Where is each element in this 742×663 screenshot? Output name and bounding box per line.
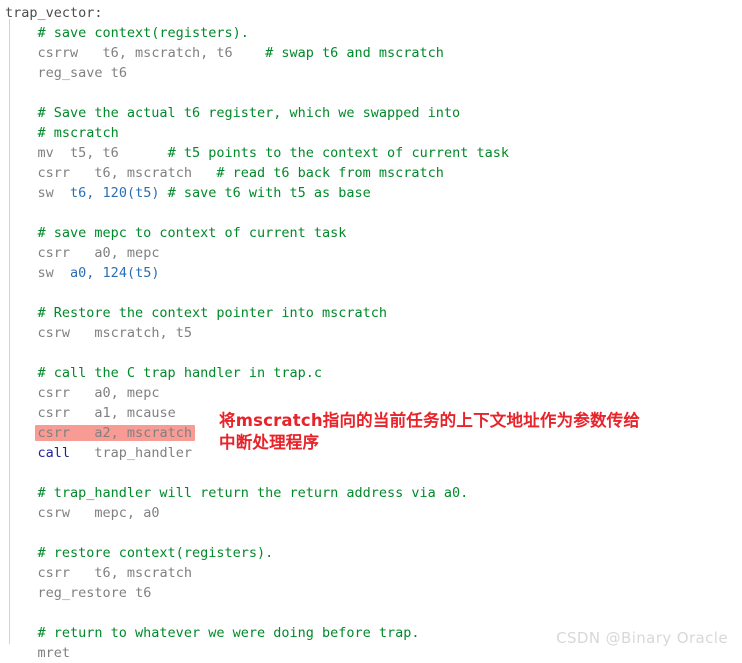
code-line-28[interactable]: # restore context(registers).: [0, 543, 742, 563]
code-line-6[interactable]: # Save the actual t6 register, which we …: [0, 103, 742, 123]
operands: a0, mepc: [94, 385, 160, 401]
red-annotation-callout: 将mscratch指向的当前任务的上下文地址作为参数传给 中断处理程序: [219, 410, 699, 454]
comment-text: # Save the actual t6 register, which we …: [37, 105, 461, 121]
csdn-watermark: CSDN @Binary Oracle: [556, 629, 728, 647]
operands: t6: [110, 65, 127, 81]
code-line-20[interactable]: csrr a0, mepc: [0, 383, 742, 403]
mnemonic-sw: sw: [37, 265, 54, 281]
mnemonic-csrr: csrr: [37, 565, 71, 581]
code-line-18-blank[interactable]: [0, 343, 742, 363]
operands: t6, 120(t5): [70, 185, 160, 201]
mnemonic-reg-save: reg_save: [37, 65, 103, 81]
operands: t6, mscratch: [94, 165, 192, 181]
operands: mepc, a0: [94, 505, 160, 521]
inline-comment: # read t6 back from mscratch: [216, 165, 444, 181]
code-line-17[interactable]: csrw mscratch, t5: [0, 323, 742, 343]
code-line-11-blank[interactable]: [0, 203, 742, 223]
code-editor-surface[interactable]: trap_vector: # save context(registers). …: [0, 0, 742, 661]
operands: a1, mcause: [94, 405, 176, 421]
mnemonic-csrr: csrr: [37, 385, 71, 401]
code-line-14[interactable]: sw a0, 124(t5): [0, 263, 742, 283]
code-line-9[interactable]: csrr t6, mscratch # read t6 back from ms…: [0, 163, 742, 183]
comment-text: # Restore the context pointer into mscra…: [37, 305, 388, 321]
highlighted-code-span[interactable]: csrr a2, mscratch: [34, 425, 195, 441]
mnemonic-reg-restore: reg_restore: [37, 585, 127, 601]
operands: t5, t6: [70, 145, 119, 161]
code-line-10[interactable]: sw t6, 120(t5) # save t6 with t5 as base: [0, 183, 742, 203]
inline-comment: # t5 points to the context of current ta…: [167, 145, 509, 161]
code-line-8[interactable]: mv t5, t6 # t5 points to the context of …: [0, 143, 742, 163]
annotation-line-1: 将mscratch指向的当前任务的上下文地址作为参数传给: [219, 411, 641, 430]
code-line-15-blank[interactable]: [0, 283, 742, 303]
mnemonic-mv: mv: [37, 145, 54, 161]
mnemonic-csrr: csrr: [37, 405, 71, 421]
code-line-4[interactable]: reg_save t6: [0, 63, 742, 83]
mnemonic-csrr: csrr: [37, 165, 71, 181]
code-label-trap-vector: trap_vector:: [5, 5, 103, 21]
mnemonic-csrw: csrw: [37, 505, 71, 521]
code-line-30[interactable]: reg_restore t6: [0, 583, 742, 603]
mnemonic-csrr: csrr: [37, 425, 71, 441]
code-line-7[interactable]: # mscratch: [0, 123, 742, 143]
code-line-5-blank[interactable]: [0, 83, 742, 103]
inline-comment: # save t6 with t5 as base: [167, 185, 371, 201]
comment-text: # restore context(registers).: [37, 545, 274, 561]
mnemonic-csrr: csrr: [37, 245, 71, 261]
mnemonic-sw: sw: [37, 185, 54, 201]
operands: mscratch, t5: [94, 325, 192, 341]
code-line-29[interactable]: csrr t6, mscratch: [0, 563, 742, 583]
code-line-13[interactable]: csrr a0, mepc: [0, 243, 742, 263]
code-line-25[interactable]: # trap_handler will return the return ad…: [0, 483, 742, 503]
operands: a0, 124(t5): [70, 265, 160, 281]
comment-text: # call the C trap handler in trap.c: [37, 365, 322, 381]
operands: t6, mscratch, t6: [102, 45, 233, 61]
comment-text: # return to whatever we were doing befor…: [37, 625, 420, 641]
comment-text: # mscratch: [37, 125, 119, 141]
code-line-12[interactable]: # save mepc to context of current task: [0, 223, 742, 243]
operands: t6: [135, 585, 152, 601]
code-line-31-blank[interactable]: [0, 603, 742, 623]
code-line-27-blank[interactable]: [0, 523, 742, 543]
code-line-19[interactable]: # call the C trap handler in trap.c: [0, 363, 742, 383]
operands: t6, mscratch: [94, 565, 192, 581]
comment-text: # trap_handler will return the return ad…: [37, 485, 469, 501]
operands: a2, mscratch: [94, 425, 192, 441]
mnemonic-mret: mret: [37, 645, 71, 661]
mnemonic-csrw: csrw: [37, 325, 71, 341]
code-line-24-blank[interactable]: [0, 463, 742, 483]
inline-comment: # swap t6 and mscratch: [265, 45, 444, 61]
annotation-line-2: 中断处理程序: [219, 433, 320, 452]
comment-text: # save context(registers).: [37, 25, 249, 41]
operands: a0, mepc: [94, 245, 160, 261]
code-line-3[interactable]: csrrw t6, mscratch, t6 # swap t6 and msc…: [0, 43, 742, 63]
code-line-16[interactable]: # Restore the context pointer into mscra…: [0, 303, 742, 323]
code-line-26[interactable]: csrw mepc, a0: [0, 503, 742, 523]
keyword-call: call: [37, 445, 71, 461]
operands: trap_handler: [94, 445, 192, 461]
comment-text: # save mepc to context of current task: [37, 225, 347, 241]
code-line-1[interactable]: trap_vector:: [0, 3, 742, 23]
mnemonic-csrrw: csrrw: [37, 45, 79, 61]
code-line-2[interactable]: # save context(registers).: [0, 23, 742, 43]
